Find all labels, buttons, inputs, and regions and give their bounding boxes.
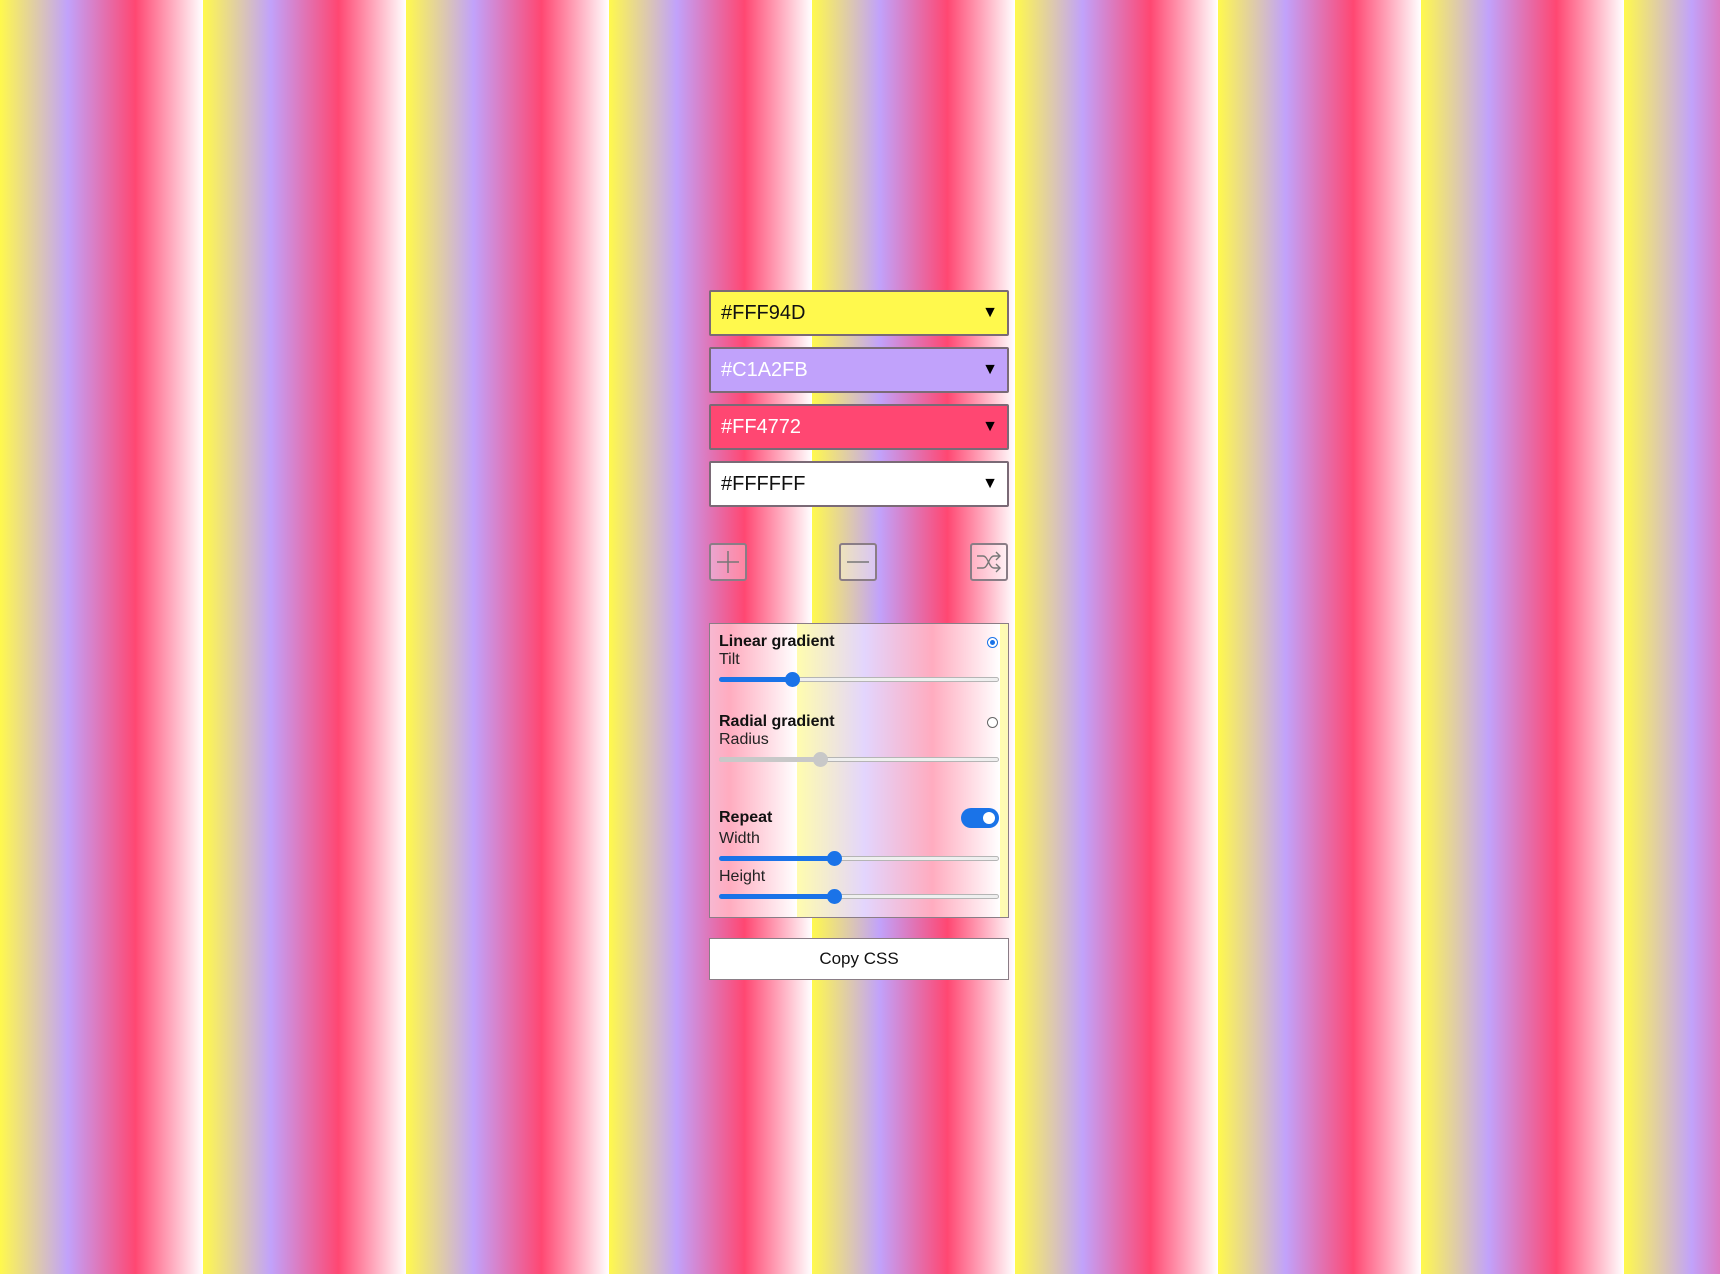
height-slider[interactable] — [719, 886, 999, 904]
linear-gradient-radio[interactable] — [987, 636, 998, 648]
chevron-down-icon: ▼ — [982, 361, 998, 378]
repeat-option: Repeat — [719, 807, 999, 829]
shuffle-icon — [977, 551, 1001, 573]
radial-gradient-radio[interactable] — [987, 716, 998, 728]
height-label: Height — [719, 868, 766, 885]
slider-thumb[interactable] — [826, 851, 842, 866]
color-hex-value: #C1A2FB — [721, 358, 808, 381]
slider-fill — [719, 757, 820, 762]
radial-gradient-option: Radial gradient — [719, 713, 999, 731]
slider-fill — [719, 677, 792, 682]
remove-color-button[interactable] — [839, 543, 877, 581]
tilt-label: Tilt — [719, 651, 740, 668]
chevron-down-icon: ▼ — [982, 304, 998, 321]
radius-label: Radius — [719, 731, 769, 748]
width-label: Width — [719, 830, 760, 847]
color-actions — [709, 543, 1009, 583]
color-hex-value: #FF4772 — [721, 415, 802, 438]
chevron-down-icon: ▼ — [982, 418, 998, 435]
color-hex-value: #FFFFFF — [721, 472, 806, 495]
tilt-slider[interactable] — [719, 669, 999, 687]
linear-gradient-label: Linear gradient — [719, 633, 835, 650]
copy-css-button[interactable]: Copy CSS — [709, 938, 1009, 980]
add-color-button[interactable] — [709, 543, 747, 581]
width-slider[interactable] — [719, 848, 999, 866]
repeat-toggle[interactable] — [961, 808, 999, 828]
plus-icon — [717, 551, 739, 573]
gradient-controls-panel: #FFF94D ▼ #C1A2FB ▼ #FF4772 ▼ #FFFFFF ▼ — [709, 290, 1009, 980]
color-picker-4[interactable]: #FFFFFF ▼ — [709, 461, 1009, 507]
color-hex-value: #FFF94D — [721, 301, 806, 324]
slider-thumb[interactable] — [812, 752, 828, 767]
linear-gradient-option: Linear gradient — [719, 633, 999, 651]
slider-fill — [719, 894, 834, 899]
radius-slider[interactable] — [719, 749, 999, 767]
color-picker-1[interactable]: #FFF94D ▼ — [709, 290, 1009, 336]
radial-gradient-label: Radial gradient — [719, 713, 835, 730]
color-picker-3[interactable]: #FF4772 ▼ — [709, 404, 1009, 450]
shuffle-colors-button[interactable] — [970, 543, 1008, 581]
color-picker-2[interactable]: #C1A2FB ▼ — [709, 347, 1009, 393]
slider-thumb[interactable] — [826, 889, 842, 904]
gradient-options: Linear gradient Tilt Radial gradient Rad… — [709, 623, 1009, 918]
repeat-label: Repeat — [719, 809, 773, 826]
chevron-down-icon: ▼ — [982, 475, 998, 492]
minus-icon — [847, 561, 869, 563]
slider-thumb[interactable] — [784, 672, 800, 687]
slider-fill — [719, 856, 834, 861]
